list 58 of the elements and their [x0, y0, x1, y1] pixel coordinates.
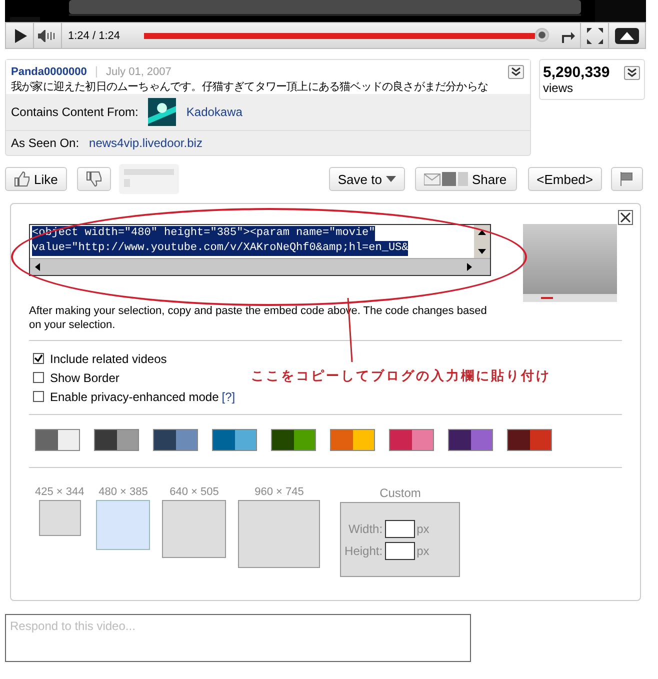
- dislike-button[interactable]: [76, 167, 111, 191]
- flag-button[interactable]: [611, 167, 643, 191]
- speaker-icon: [38, 30, 58, 42]
- color-swatch[interactable]: [448, 429, 493, 451]
- content-label: Contains Content From:: [11, 105, 138, 119]
- flag-icon: [620, 172, 634, 186]
- help-link[interactable]: [?]: [222, 390, 236, 404]
- color-swatch[interactable]: [389, 429, 434, 451]
- share-services-icon: [424, 171, 468, 187]
- checkbox[interactable]: [33, 353, 44, 364]
- color-swatch[interactable]: [271, 429, 316, 451]
- view-count: 5,290,339: [543, 64, 610, 81]
- option-label: Include related videos: [50, 352, 167, 366]
- checkbox[interactable]: [33, 391, 44, 402]
- author-link[interactable]: Panda0000000: [11, 66, 87, 78]
- embed-button[interactable]: <Embed>: [528, 167, 602, 191]
- time-display: 1:24 / 1:24: [67, 30, 121, 42]
- option-label: Show Border: [50, 370, 120, 384]
- seen-on-link[interactable]: news4vip.livedoor.biz: [89, 136, 202, 150]
- annotation-text: ここをコピーしてブログの入力欄に貼り付け: [251, 368, 551, 385]
- custom-size-label: Custom: [380, 486, 421, 500]
- color-swatch[interactable]: [153, 429, 198, 451]
- share-button[interactable]: Share: [414, 167, 517, 191]
- rating-bar: [118, 164, 179, 194]
- color-swatch[interactable]: [212, 429, 257, 451]
- width-input[interactable]: [384, 520, 415, 538]
- thumbs-down-icon: [86, 171, 102, 187]
- caret-icon: [386, 176, 396, 182]
- fullscreen-icon: [586, 28, 602, 44]
- seen-on-label: As Seen On:: [11, 136, 80, 150]
- description-text: 我が家に迎えた初日のムーちゃんです。仔猫すぎてタワー頂上にある猫ベッドの良さがまだ分からな: [11, 80, 488, 94]
- progress-bar[interactable]: [144, 32, 535, 38]
- expand-icon[interactable]: [508, 65, 524, 79]
- height-input[interactable]: [384, 542, 415, 560]
- close-button[interactable]: [618, 210, 633, 225]
- unit-label: px: [416, 522, 430, 536]
- unit-label: px: [416, 544, 430, 558]
- slider-thumb[interactable]: [535, 28, 549, 42]
- response-field[interactable]: Respond to this video...: [5, 614, 471, 662]
- thumbs-up-icon: [14, 171, 30, 187]
- views-label: views: [543, 81, 574, 95]
- color-swatch[interactable]: [330, 429, 375, 451]
- color-swatch[interactable]: [35, 429, 80, 451]
- content-source-link[interactable]: Kadokawa: [186, 105, 242, 119]
- color-swatch[interactable]: [94, 429, 139, 451]
- checkbox[interactable]: [33, 372, 44, 383]
- width-label: Width:: [348, 522, 383, 536]
- height-label: Height:: [344, 544, 383, 558]
- color-swatch[interactable]: [507, 429, 552, 451]
- close-icon: [620, 212, 631, 223]
- separator: |: [94, 64, 98, 78]
- expand-icon[interactable]: [624, 66, 640, 80]
- option-label: Enable privacy-enhanced mode: [50, 390, 219, 404]
- like-button[interactable]: Like: [5, 167, 67, 191]
- play-icon: [12, 28, 26, 42]
- upload-date: July 01, 2007: [106, 66, 172, 78]
- partner-logo-icon[interactable]: [148, 98, 176, 126]
- save-to-button[interactable]: Save to: [328, 167, 405, 191]
